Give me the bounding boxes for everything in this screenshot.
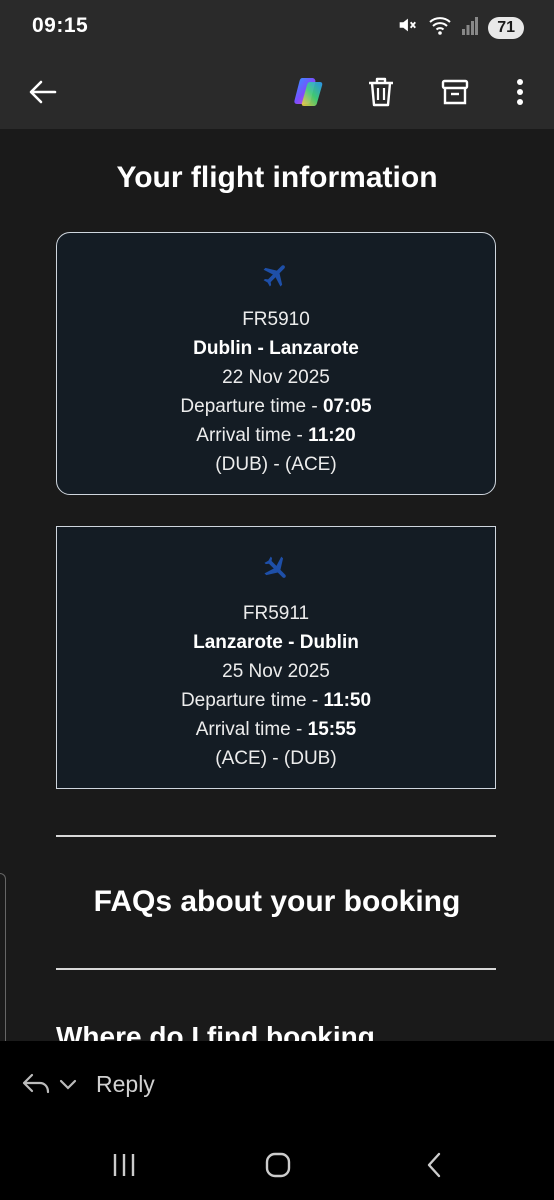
status-icons: 71 xyxy=(396,14,524,41)
email-body: Your flight information FR5910 Dublin - … xyxy=(0,129,554,1041)
mute-icon xyxy=(396,14,418,41)
archive-icon xyxy=(441,79,469,105)
departure-time: 07:05 xyxy=(322,396,372,417)
flight-date: 22 Nov 2025 xyxy=(222,367,330,388)
trash-icon xyxy=(369,77,393,107)
flight-date: 25 Nov 2025 xyxy=(222,661,330,682)
faq-question[interactable]: Where do I find booking xyxy=(56,1021,375,1041)
departure-label: Departure time - xyxy=(180,690,324,711)
system-nav-bar xyxy=(0,1131,554,1200)
battery-indicator: 71 xyxy=(488,16,524,39)
airport-codes: (ACE) - (DUB) xyxy=(215,748,337,769)
status-time: 09:15 xyxy=(32,14,89,37)
back-button[interactable] xyxy=(17,66,69,118)
archive-button[interactable] xyxy=(429,66,481,118)
arrival-time: 11:20 xyxy=(308,425,356,446)
status-bar: 09:15 71 xyxy=(0,0,554,56)
copilot-button[interactable] xyxy=(282,66,334,118)
more-options-button[interactable] xyxy=(494,66,546,118)
airplane-icon xyxy=(264,556,286,578)
divider xyxy=(56,835,496,837)
arrival-label: Arrival time - xyxy=(195,719,308,740)
flight-route: Dublin - Lanzarote xyxy=(193,338,359,359)
flight-route: Lanzarote - Dublin xyxy=(193,632,359,653)
divider xyxy=(56,968,496,970)
wifi-icon xyxy=(428,14,452,41)
airplane-icon xyxy=(263,265,285,287)
arrival-time-row: Arrival time - 11:20 xyxy=(57,421,495,450)
back-nav-button[interactable] xyxy=(410,1145,458,1185)
faq-heading: FAQs about your booking xyxy=(93,885,461,918)
flight-card-outbound: FR5910 Dublin - Lanzarote 22 Nov 2025 De… xyxy=(56,232,496,495)
chevron-down-icon xyxy=(59,1079,77,1090)
chevron-left-icon xyxy=(427,1152,441,1178)
flight-card-return: FR5911 Lanzarote - Dublin 25 Nov 2025 De… xyxy=(56,526,496,789)
arrow-left-icon xyxy=(29,80,57,104)
reply-options-button[interactable] xyxy=(20,1071,78,1097)
departure-time: 11:50 xyxy=(323,690,372,711)
departure-time-row: Departure time - 11:50 xyxy=(57,686,495,715)
arrival-time-row: Arrival time - 15:55 xyxy=(57,715,495,744)
recents-icon xyxy=(113,1154,135,1176)
signal-icon xyxy=(462,15,479,40)
home-button[interactable] xyxy=(254,1145,302,1185)
arrival-time: 15:55 xyxy=(307,719,357,740)
email-toolbar xyxy=(0,56,554,129)
reply-button[interactable]: Reply xyxy=(96,1071,155,1098)
departure-time-row: Departure time - 07:05 xyxy=(57,392,495,421)
flight-info-heading: Your flight information xyxy=(116,161,438,194)
reply-bar: Reply xyxy=(0,1041,554,1131)
home-icon xyxy=(265,1152,291,1178)
copilot-icon xyxy=(294,78,323,106)
flight-number: FR5910 xyxy=(242,309,310,330)
departure-label: Departure time - xyxy=(180,396,323,417)
flight-number: FR5911 xyxy=(242,603,310,624)
arrival-label: Arrival time - xyxy=(196,425,309,446)
reply-icon xyxy=(22,1073,50,1094)
recents-button[interactable] xyxy=(100,1145,148,1185)
delete-button[interactable] xyxy=(355,66,407,118)
more-vertical-icon xyxy=(517,79,523,105)
airport-codes: (DUB) - (ACE) xyxy=(215,454,337,475)
